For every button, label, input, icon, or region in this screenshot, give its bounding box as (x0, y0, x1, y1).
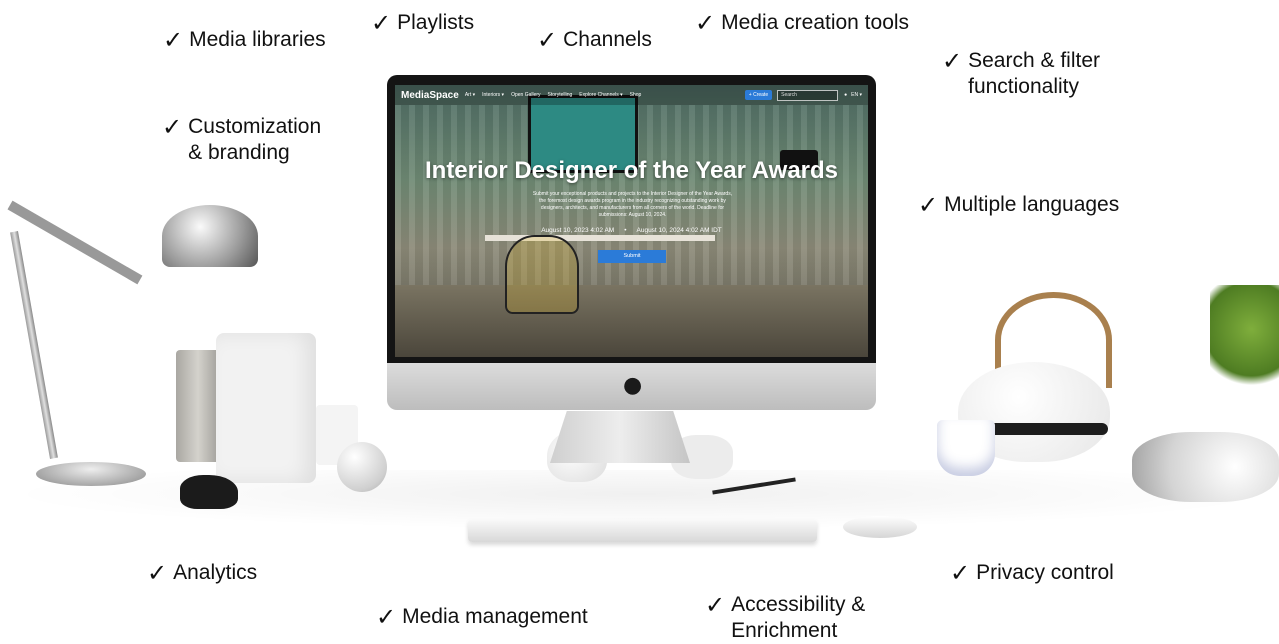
nav-item-shop[interactable]: Shop (630, 92, 642, 98)
feature-multiple-languages: ✓ Multiple languages (918, 192, 1119, 218)
mediaspace-screen: MediaSpace Art ▾ Interiors ▾ Open Galler… (395, 85, 868, 357)
feature-label: Media creation tools (721, 11, 910, 34)
apple-logo-icon: ● (623, 373, 643, 398)
search-input[interactable]: Search (777, 89, 839, 101)
checkmark-icon: ✓ (162, 113, 183, 141)
feature-label: Media libraries (189, 28, 326, 51)
checkmark-icon: ✓ (163, 26, 184, 54)
nav-item-art[interactable]: Art ▾ (465, 92, 475, 98)
mediaspace-header: MediaSpace Art ▾ Interiors ▾ Open Galler… (395, 85, 868, 105)
perforated-vase (216, 333, 316, 483)
nav-item-storytelling[interactable]: Storytelling (548, 92, 573, 98)
feature-label: Playlists (397, 11, 475, 34)
feature-accessibility: ✓ Accessibility & Enrichment (705, 592, 865, 644)
feature-label: Media management (402, 605, 588, 628)
checkmark-icon: ✓ (942, 47, 963, 75)
desk-lamp-base (36, 462, 146, 486)
checkmark-icon: ✓ (705, 591, 726, 619)
hero-dates: August 10, 2023 4:02 AM • August 10, 202… (395, 227, 868, 234)
submit-button[interactable]: Submit (598, 250, 666, 263)
keyboard (468, 519, 817, 542)
checkmark-icon: ✓ (371, 9, 392, 37)
feature-media-creation-tools: ✓ Media creation tools (695, 10, 909, 36)
checkmark-icon: ✓ (950, 559, 971, 587)
panda-figurine (180, 475, 238, 509)
checkmark-icon: ✓ (376, 603, 397, 631)
checkmark-icon: ✓ (537, 26, 558, 54)
checkmark-icon: ✓ (918, 191, 939, 219)
headphones (1132, 432, 1279, 502)
nav-item-open-gallery[interactable]: Open Gallery (511, 92, 540, 98)
date-start: August 10, 2023 4:02 AM (541, 227, 615, 234)
pencil-cup (176, 350, 220, 462)
feature-label: Analytics (173, 561, 258, 584)
feature-privacy-control: ✓ Privacy control (950, 560, 1114, 586)
desk-lamp-head (162, 205, 258, 267)
checkmark-icon: ✓ (147, 559, 168, 587)
monitor-stand (550, 411, 690, 463)
mouse (843, 516, 917, 538)
screen-background-chair (505, 235, 579, 314)
feature-label: Search & filter functionality (968, 49, 1100, 98)
date-end: August 10, 2024 4:02 AM IDT (636, 227, 722, 234)
feature-media-libraries: ✓ Media libraries (163, 27, 326, 53)
hero-description: Submit your exceptional products and pro… (532, 191, 733, 218)
screen-background-floor (395, 285, 868, 357)
hero-title: Interior Designer of the Year Awards (424, 157, 839, 184)
feature-customization: ✓ Customization & branding (162, 114, 321, 166)
nav-item-interiors[interactable]: Interiors ▾ (482, 92, 504, 98)
decor-sphere (337, 442, 387, 492)
plant (1210, 285, 1279, 395)
feature-media-management: ✓ Media management (376, 604, 588, 630)
feature-label: Customization & branding (188, 115, 322, 164)
feature-label: Privacy control (976, 561, 1114, 584)
feature-channels: ✓ Channels (537, 27, 652, 53)
date-separator: • (624, 227, 627, 234)
desk-lamp-arm (7, 200, 143, 285)
checkmark-icon: ✓ (695, 9, 716, 37)
feature-label: Multiple languages (944, 193, 1120, 216)
feature-analytics: ✓ Analytics (147, 560, 257, 586)
tea-cup (937, 420, 995, 476)
imac-monitor: ● MediaSpace Art ▾ Interiors ▾ Open Gall… (387, 75, 876, 411)
feature-search-filter: ✓ Search & filter functionality (942, 48, 1100, 100)
nav-item-explore-channels[interactable]: Explore Channels ▾ (579, 92, 622, 98)
feature-label: Channels (563, 28, 652, 51)
user-icon[interactable]: ● (844, 92, 847, 98)
feature-label: Accessibility & Enrichment (731, 593, 866, 642)
language-selector[interactable]: EN ▾ (851, 92, 862, 98)
create-button[interactable]: + Create (744, 90, 773, 100)
desk-lamp-pole (10, 231, 58, 459)
feature-playlists: ✓ Playlists (371, 10, 474, 36)
mediaspace-logo[interactable]: MediaSpace (401, 90, 459, 101)
